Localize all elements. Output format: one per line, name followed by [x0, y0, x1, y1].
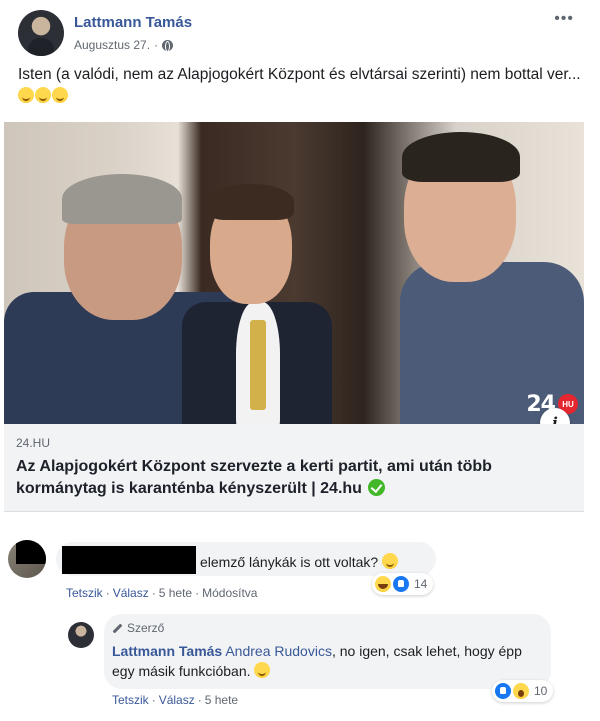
comment-reactions[interactable]: 14: [372, 573, 434, 595]
reply-author-name[interactable]: Lattmann Tamás: [112, 643, 222, 659]
author-name[interactable]: Lattmann Tamás: [74, 14, 192, 31]
meta-separator: ·: [154, 38, 159, 52]
smiling-emoji-icon: [382, 553, 399, 569]
reply-like-link[interactable]: Tetszik: [112, 693, 149, 707]
reply-text: Lattmann Tamás Andrea Rudovics, no igen,…: [112, 641, 544, 681]
haha-icon: [375, 576, 391, 592]
photo-person-right-hair: [402, 132, 520, 182]
post-header: Lattmann Tamás Augusztus 27. · •••: [18, 10, 588, 58]
post-date[interactable]: Augusztus 27.: [74, 38, 150, 52]
action-separator: ·: [105, 586, 110, 600]
winking-emoji-icon: [254, 662, 271, 678]
link-domain: 24.HU: [16, 436, 51, 450]
wow-icon: [513, 683, 529, 699]
link-title-text: Az Alapjogokért Központ szervezte a kert…: [16, 458, 492, 497]
reply-mention[interactable]: Andrea Rudovics: [225, 643, 332, 659]
action-separator: ·: [197, 693, 202, 707]
pen-icon: [112, 623, 123, 633]
like-icon: [393, 576, 409, 592]
photo-person-middle-tie: [250, 320, 266, 410]
comment-time[interactable]: 5 hete: [159, 586, 192, 600]
reply-author-avatar[interactable]: [68, 622, 94, 648]
action-separator: ·: [151, 693, 156, 707]
author-badge-label: Szerző: [127, 621, 165, 635]
post-text-content: Isten (a valódi, nem az Alapjogokért Köz…: [18, 66, 581, 83]
like-icon: [495, 683, 511, 699]
comment-actions: Tetszik · Válasz · 5 hete · Módosítva: [66, 586, 257, 600]
grinning-emoji-icon: [18, 87, 34, 103]
comment-text: elemző lánykák is ott voltak?: [200, 553, 399, 570]
link-title[interactable]: Az Alapjogokért Központ szervezte a kert…: [16, 456, 572, 500]
reply-time[interactable]: 5 hete: [205, 693, 238, 707]
post-text: Isten (a valódi, nem az Alapjogokért Köz…: [18, 64, 583, 108]
comment-edited[interactable]: Módosítva: [202, 586, 257, 600]
more-icon[interactable]: •••: [554, 10, 574, 28]
post-meta: Augusztus 27. ·: [74, 38, 174, 52]
globe-icon: [162, 39, 174, 52]
comment-reply-link[interactable]: Válasz: [113, 586, 149, 600]
reply-reaction-count: 10: [534, 684, 548, 698]
author-badge: Szerző: [112, 621, 164, 635]
action-separator: ·: [151, 586, 156, 600]
comment-like-link[interactable]: Tetszik: [66, 586, 103, 600]
commenter-avatar[interactable]: [8, 540, 46, 578]
comment-text-content: elemző lánykák is ott voltak?: [200, 554, 379, 570]
grinning-emoji-icon: [35, 87, 51, 103]
author-avatar[interactable]: [18, 10, 64, 56]
photo-person-left-hair: [62, 174, 182, 224]
reply-reactions[interactable]: 10: [492, 680, 554, 702]
reply-actions: Tetszik · Válasz · 5 hete: [112, 693, 238, 707]
reply-reply-link[interactable]: Válasz: [159, 693, 195, 707]
redacted-commenter-name: [62, 546, 196, 574]
verified-icon: [368, 479, 386, 496]
comment-reaction-count: 14: [414, 577, 428, 591]
link-preview-image[interactable]: 24 HU: [4, 122, 584, 424]
action-separator: ·: [195, 586, 200, 600]
photo-person-middle-hair: [208, 184, 294, 220]
grinning-emoji-icon: [52, 87, 68, 103]
link-preview-box[interactable]: 24.HU Az Alapjogokért Központ szervezte …: [4, 424, 584, 512]
